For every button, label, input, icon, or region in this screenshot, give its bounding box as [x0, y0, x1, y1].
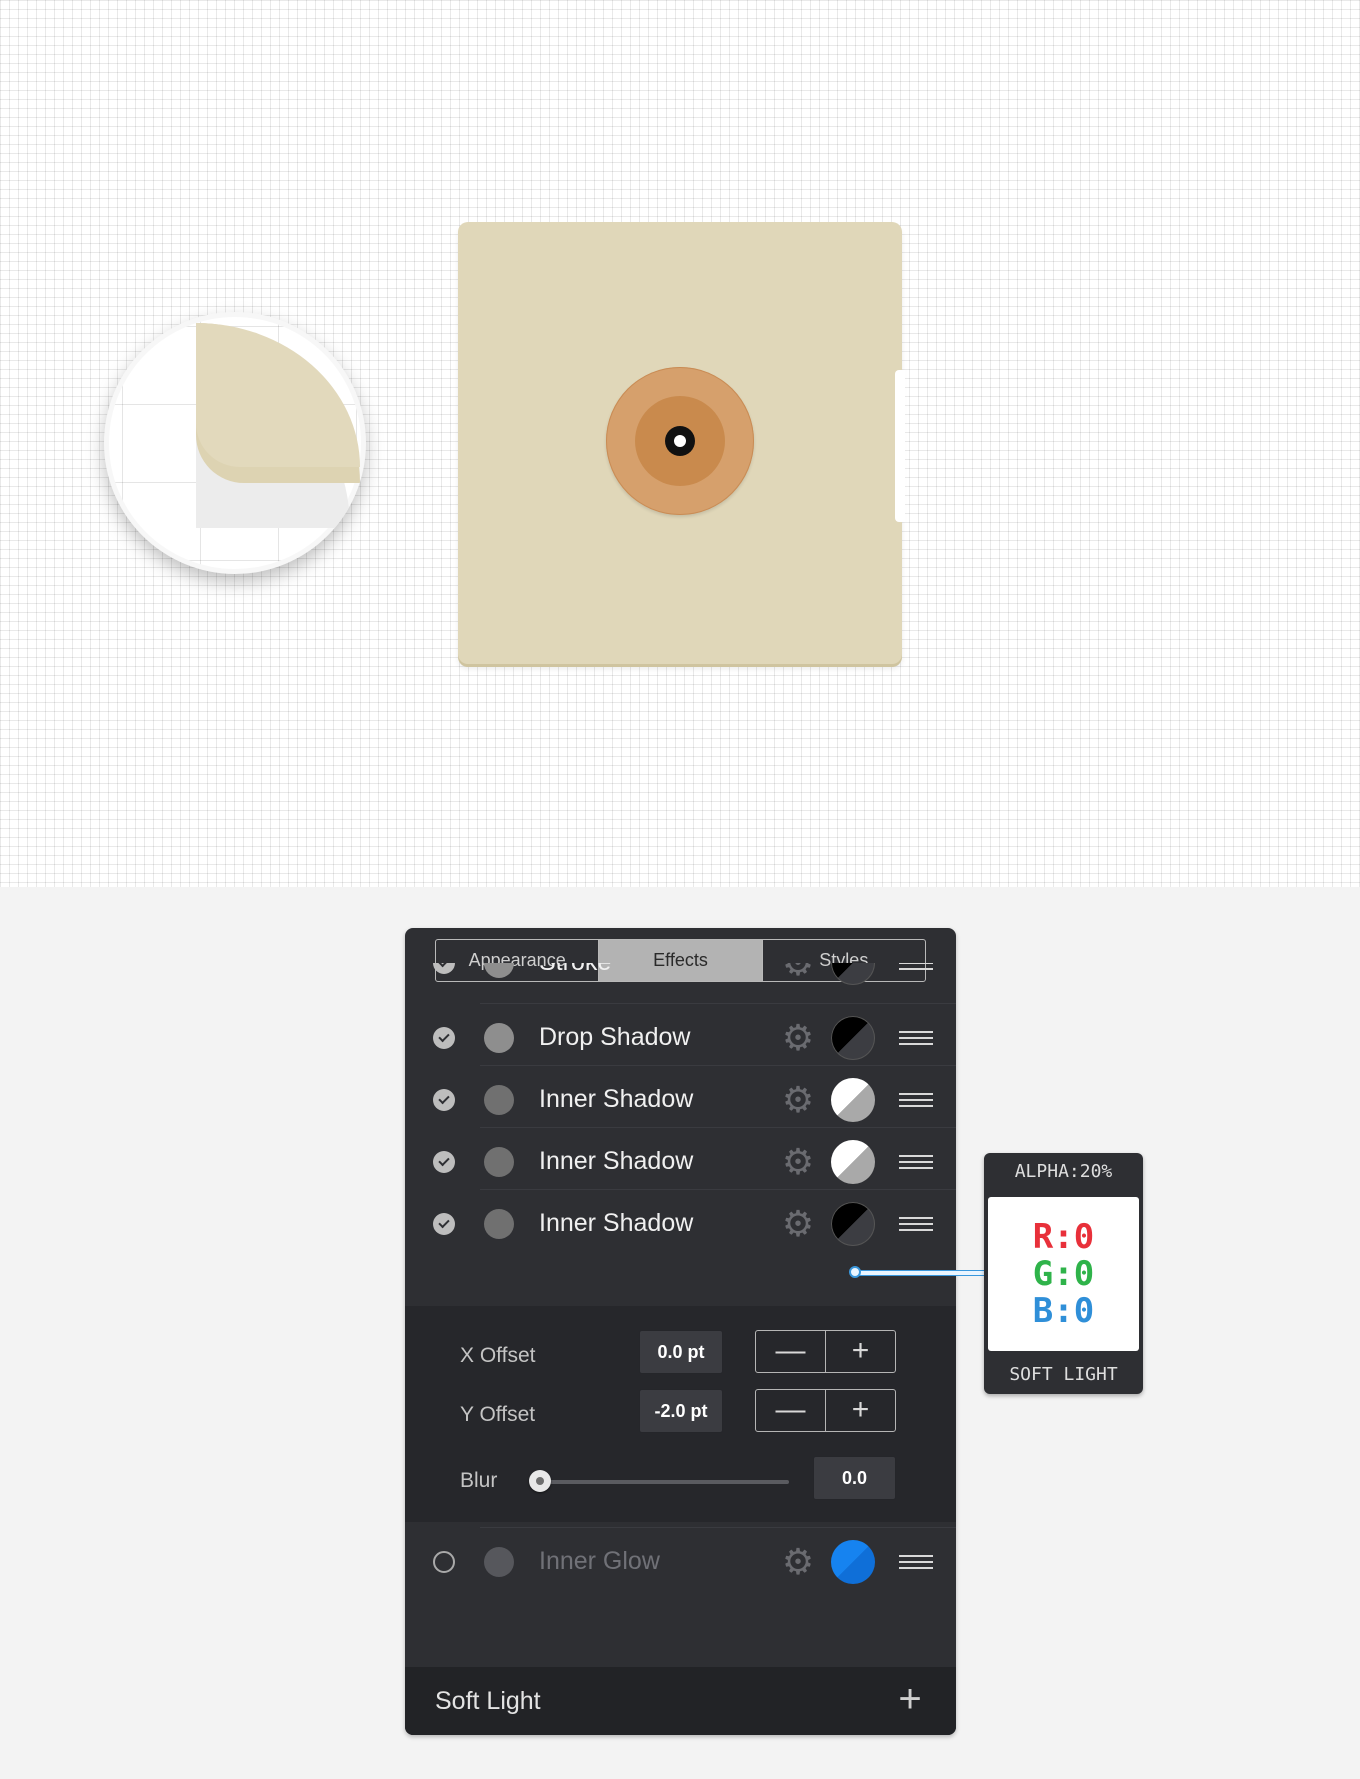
green-value: G:0: [1032, 1253, 1095, 1294]
x-offset-field[interactable]: 0.0 pt: [639, 1330, 723, 1374]
y-offset-field[interactable]: -2.0 pt: [639, 1389, 723, 1433]
color-swatch[interactable]: [831, 963, 875, 985]
effects-panel: Appearance Effects Styles Stroke⚙Drop Sh…: [405, 928, 956, 1735]
effect-visibility-dot[interactable]: [484, 1547, 514, 1577]
effect-enable-checkbox[interactable]: [433, 963, 455, 974]
effect-visibility-dot[interactable]: [484, 963, 514, 978]
blend-mode-select[interactable]: Soft Light: [435, 1687, 541, 1716]
effect-enable-checkbox[interactable]: [433, 1551, 455, 1573]
effect-row[interactable]: Inner Glow ⚙: [405, 1527, 956, 1597]
color-swatch[interactable]: [831, 1016, 875, 1060]
effect-row-label: Inner Shadow: [539, 1147, 694, 1175]
effect-enable-checkbox[interactable]: [433, 1027, 455, 1049]
blur-value-field[interactable]: 0.0: [813, 1456, 896, 1500]
drag-handle-icon[interactable]: [899, 1217, 933, 1231]
gear-icon[interactable]: ⚙: [781, 963, 815, 981]
effect-visibility-dot[interactable]: [484, 1147, 514, 1177]
blue-value: B:0: [1032, 1290, 1095, 1331]
effect-row[interactable]: Inner Shadow ⚙: [405, 1065, 956, 1135]
drag-handle-icon[interactable]: [899, 1093, 933, 1107]
effect-row-label: Stroke: [539, 963, 611, 977]
add-effect-button[interactable]: +: [890, 1679, 930, 1719]
effect-visibility-dot[interactable]: [484, 1023, 514, 1053]
blend-mode-readout: SOFT LIGHT: [1009, 1364, 1118, 1385]
blend-mode-footer: Soft Light +: [405, 1667, 956, 1735]
gear-icon[interactable]: ⚙: [781, 1544, 815, 1580]
corner-zoom-magnifier: [104, 312, 366, 574]
gear-icon[interactable]: ⚙: [781, 1206, 815, 1242]
effect-row[interactable]: Stroke ⚙: [405, 963, 956, 1001]
row-divider: [480, 1065, 956, 1066]
y-offset-increment-button[interactable]: +: [825, 1390, 895, 1431]
x-offset-increment-button[interactable]: +: [825, 1331, 895, 1372]
effect-enable-checkbox[interactable]: [433, 1089, 455, 1111]
blur-slider-handle[interactable]: [529, 1470, 551, 1492]
drag-handle-icon[interactable]: [899, 963, 933, 970]
record-label: [606, 367, 754, 515]
record-spindle-ring: [665, 426, 695, 456]
color-swatch[interactable]: [831, 1078, 875, 1122]
effect-row[interactable]: Inner Shadow ⚙: [405, 1127, 956, 1197]
zoom-sleeve-corner: [196, 323, 360, 483]
effect-visibility-dot[interactable]: [484, 1085, 514, 1115]
drag-handle-icon[interactable]: [899, 1555, 933, 1569]
sleeve-opening: [895, 370, 905, 522]
effect-settings: X Offset 0.0 pt — + Y Offset -2.0 pt — +…: [405, 1306, 956, 1522]
record-spindle-hole: [674, 435, 686, 447]
color-swatch[interactable]: [831, 1140, 875, 1184]
alpha-readout: ALPHA:20%: [1014, 1161, 1113, 1182]
x-offset-label: X Offset: [460, 1344, 536, 1367]
row-divider: [480, 1527, 956, 1528]
x-offset-decrement-button[interactable]: —: [756, 1331, 825, 1372]
gear-icon[interactable]: ⚙: [781, 1144, 815, 1180]
zoom-sleeve-corner-face: [196, 323, 360, 467]
effect-row[interactable]: Inner Shadow ⚙: [405, 1189, 956, 1259]
y-offset-decrement-button[interactable]: —: [756, 1390, 825, 1431]
color-swatch[interactable]: [831, 1202, 875, 1246]
record-label-inner: [635, 396, 725, 486]
row-divider: [480, 1003, 956, 1004]
effect-row-label: Inner Glow: [539, 1547, 660, 1575]
color-callout: ALPHA:20% R:0 G:0 B:0 SOFT LIGHT: [984, 1153, 1143, 1394]
blur-label: Blur: [460, 1469, 498, 1492]
row-divider: [480, 1189, 956, 1190]
effect-row-label: Drop Shadow: [539, 1023, 691, 1051]
drag-handle-icon[interactable]: [899, 1031, 933, 1045]
blur-slider-track[interactable]: [541, 1480, 789, 1484]
effect-row-label: Inner Shadow: [539, 1085, 694, 1113]
design-canvas: [0, 0, 1360, 887]
color-swatch[interactable]: [831, 1540, 875, 1584]
effect-enable-checkbox[interactable]: [433, 1213, 455, 1235]
y-offset-label: Y Offset: [460, 1403, 536, 1426]
red-value: R:0: [1032, 1216, 1095, 1257]
rgb-readout: R:0 G:0 B:0: [988, 1197, 1139, 1351]
callout-connector-dot: [849, 1266, 861, 1278]
row-divider: [480, 1127, 956, 1128]
y-offset-stepper: — +: [755, 1389, 896, 1432]
gear-icon[interactable]: ⚙: [781, 1082, 815, 1118]
callout-connector-line: [855, 1270, 985, 1276]
drag-handle-icon[interactable]: [899, 1155, 933, 1169]
gear-icon[interactable]: ⚙: [781, 1020, 815, 1056]
effect-row[interactable]: Drop Shadow ⚙: [405, 1003, 956, 1073]
effect-visibility-dot[interactable]: [484, 1209, 514, 1239]
effect-row-label: Inner Shadow: [539, 1209, 694, 1237]
effect-enable-checkbox[interactable]: [433, 1151, 455, 1173]
x-offset-stepper: — +: [755, 1330, 896, 1373]
record-sleeve[interactable]: [458, 222, 902, 664]
